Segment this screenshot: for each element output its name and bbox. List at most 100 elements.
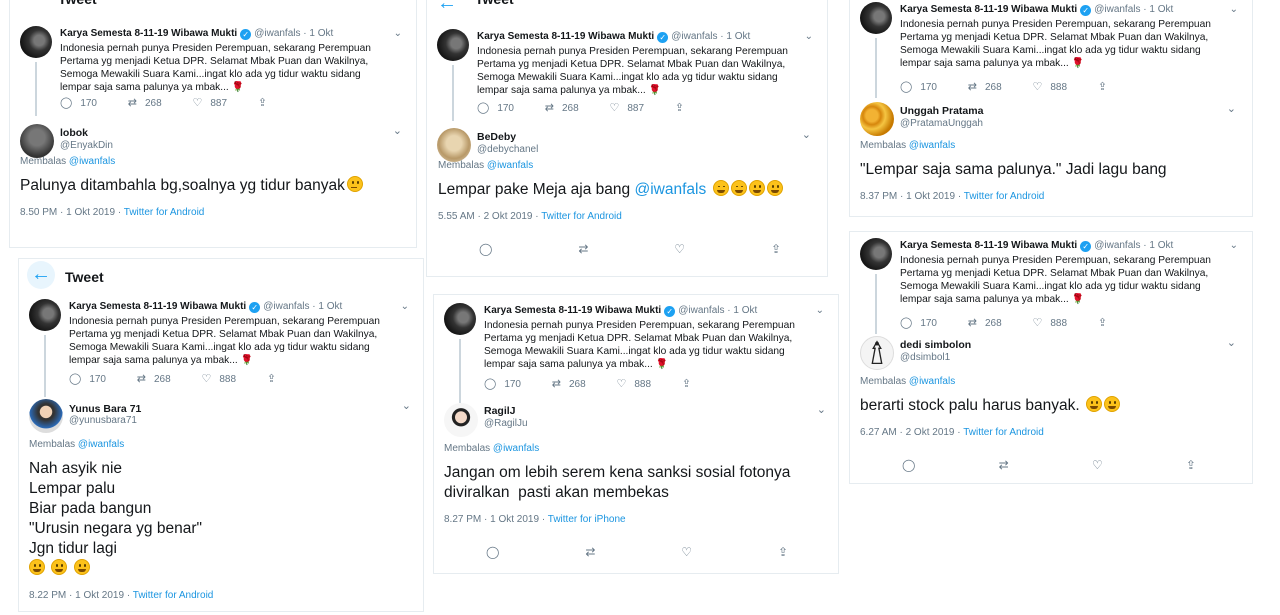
share-button[interactable]: ⇪ — [675, 101, 692, 114]
parent-tweet[interactable]: Karya Semesta 8-11-19 Wibawa Mukti ✓ @iwan… — [860, 238, 1242, 334]
avatar[interactable] — [29, 299, 61, 331]
replying-handle[interactable]: @iwanfals — [909, 376, 955, 387]
author-name[interactable]: dedi simbolon — [900, 339, 971, 351]
retweet-icon[interactable]: ⇄ — [578, 242, 588, 256]
tweet-date[interactable]: 1 Okt — [318, 301, 342, 312]
retweet-icon[interactable]: ⇄ — [999, 458, 1009, 472]
avatar[interactable] — [20, 124, 54, 158]
author-handle[interactable]: @debychanel — [477, 144, 538, 155]
tweet-date[interactable]: 1 Okt — [309, 28, 333, 39]
share-icon[interactable]: ⇪ — [1186, 458, 1196, 472]
parent-tweet[interactable]: Karya Semesta 8-11-19 Wibawa Mukti ✓ @iwan… — [860, 2, 1242, 98]
source-link[interactable]: Twitter for Android — [964, 191, 1045, 202]
parent-tweet[interactable]: Karya Semesta 8-11-19 Wibawa Mukti ✓ @iwan… — [437, 29, 817, 121]
author-name[interactable]: lobok — [60, 127, 88, 139]
tweet-date[interactable]: 1 Okt — [1149, 240, 1173, 251]
chevron-down-icon[interactable]: ⌄ — [816, 305, 824, 316]
reply-tweet[interactable]: Unggah Pratama @PratamaUnggah ⌄ Membalas… — [860, 102, 1242, 212]
reply-icon[interactable]: ◯ — [486, 545, 499, 559]
source-link[interactable]: Twitter for Android — [963, 427, 1044, 438]
share-button[interactable]: ⇪ — [682, 377, 699, 390]
reply-tweet[interactable]: dedi simbolon @dsimbol1 ⌄ Membalas @iwan… — [860, 336, 1242, 483]
replying-handle[interactable]: @iwanfals — [493, 443, 539, 454]
replying-handle[interactable]: @iwanfals — [909, 140, 955, 151]
author-name[interactable]: Unggah Pratama — [900, 105, 983, 117]
parent-tweet[interactable]: Karya Semesta 8-11-19 Wibawa Mukti ✓ @iwan… — [444, 303, 828, 403]
retweet-button[interactable]: ⇄ 268 — [968, 316, 1002, 329]
share-button[interactable]: ⇪ — [1098, 316, 1115, 329]
replying-handle[interactable]: @iwanfals — [69, 156, 115, 167]
chevron-down-icon[interactable]: ⌄ — [401, 301, 409, 312]
like-button[interactable]: ♡ 887 — [609, 101, 644, 114]
tweet-date[interactable]: 1 Okt — [733, 305, 757, 316]
replying-handle[interactable]: @iwanfals — [78, 439, 124, 450]
retweet-button[interactable]: ⇄ 268 — [128, 96, 162, 109]
reply-button[interactable]: ◯ 170 — [69, 372, 106, 385]
like-icon[interactable]: ♡ — [1092, 458, 1103, 472]
chevron-down-icon[interactable]: ⌄ — [1227, 102, 1236, 115]
like-button[interactable]: ♡ 888 — [1032, 316, 1067, 329]
author-handle[interactable]: @iwanfals — [254, 28, 300, 39]
reply-icon[interactable]: ◯ — [479, 242, 492, 256]
chevron-down-icon[interactable]: ⌄ — [1230, 4, 1238, 15]
back-arrow-icon[interactable]: ← — [27, 261, 55, 289]
author-handle[interactable]: @iwanfals — [263, 301, 309, 312]
parent-tweet[interactable]: Karya Semesta 8-11-19 Wibawa Mukti ✓ @iwan… — [29, 299, 413, 397]
author-name[interactable]: RagilJ — [484, 405, 516, 417]
source-link[interactable]: Twitter for iPhone — [548, 514, 626, 525]
retweet-button[interactable]: ⇄ 268 — [545, 101, 579, 114]
share-icon[interactable]: ⇪ — [771, 242, 781, 256]
retweet-button[interactable]: ⇄ 268 — [968, 80, 1002, 93]
like-button[interactable]: ♡ 888 — [1032, 80, 1067, 93]
avatar[interactable] — [437, 128, 471, 162]
reply-button[interactable]: ◯ 170 — [900, 80, 937, 93]
mention-link[interactable]: @iwanfals — [634, 181, 706, 198]
chevron-down-icon[interactable]: ⌄ — [1227, 336, 1236, 349]
share-button[interactable]: ⇪ — [267, 372, 284, 385]
retweet-icon[interactable]: ⇄ — [585, 545, 595, 559]
like-button[interactable]: ♡ 888 — [616, 377, 651, 390]
tweet-date[interactable]: 1 Okt — [726, 31, 750, 42]
avatar[interactable] — [437, 29, 469, 61]
like-button[interactable]: ♡ 887 — [192, 96, 227, 109]
reply-tweet[interactable]: lobok @EnyakDin ⌄ Membalas @iwanfals Pal… — [20, 124, 406, 234]
avatar[interactable] — [20, 26, 52, 58]
share-icon[interactable]: ⇪ — [778, 545, 788, 559]
chevron-down-icon[interactable]: ⌄ — [817, 403, 826, 416]
author-handle[interactable]: @iwanfals — [1094, 240, 1140, 251]
author-handle[interactable]: @iwanfals — [1094, 4, 1140, 15]
author-name[interactable]: Karya Semesta 8-11-19 Wibawa Mukti — [900, 4, 1077, 15]
author-handle[interactable]: @EnyakDin — [60, 140, 113, 151]
chevron-down-icon[interactable]: ⌄ — [805, 31, 813, 42]
reply-icon[interactable]: ◯ — [902, 458, 915, 472]
avatar[interactable] — [860, 102, 894, 136]
share-button[interactable]: ⇪ — [258, 96, 275, 109]
chevron-down-icon[interactable]: ⌄ — [1230, 240, 1238, 251]
reply-tweet[interactable]: Yunus Bara 71 @yunusbara71 ⌄ Membalas @i… — [29, 399, 413, 609]
like-icon[interactable]: ♡ — [681, 545, 692, 559]
avatar[interactable] — [860, 336, 894, 370]
tweet-date[interactable]: 1 Okt — [1149, 4, 1173, 15]
reply-button[interactable]: ◯ 170 — [60, 96, 97, 109]
retweet-button[interactable]: ⇄ 268 — [137, 372, 171, 385]
avatar[interactable] — [860, 238, 892, 270]
reply-button[interactable]: ◯ 170 — [484, 377, 521, 390]
reply-tweet[interactable]: BeDeby @debychanel ⌄ Membalas @iwanfals … — [437, 128, 817, 276]
back-arrow-icon[interactable]: ← — [433, 0, 461, 18]
like-button[interactable]: ♡ 888 — [201, 372, 236, 385]
chevron-down-icon[interactable]: ⌄ — [393, 124, 402, 137]
share-button[interactable]: ⇪ — [1098, 80, 1115, 93]
avatar[interactable] — [444, 303, 476, 335]
chevron-down-icon[interactable]: ⌄ — [802, 128, 811, 141]
reply-button[interactable]: ◯ 170 — [900, 316, 937, 329]
author-name[interactable]: Karya Semesta 8-11-19 Wibawa Mukti — [69, 301, 246, 312]
avatar[interactable] — [444, 403, 478, 437]
like-icon[interactable]: ♡ — [674, 242, 685, 256]
replying-handle[interactable]: @iwanfals — [487, 160, 533, 171]
author-name[interactable]: Yunus Bara 71 — [69, 403, 141, 415]
author-name[interactable]: Karya Semesta 8-11-19 Wibawa Mukti — [900, 240, 1077, 251]
author-handle[interactable]: @iwanfals — [678, 305, 724, 316]
reply-button[interactable]: ◯ 170 — [477, 101, 514, 114]
author-name[interactable]: BeDeby — [477, 131, 516, 143]
source-link[interactable]: Twitter for Android — [541, 211, 622, 222]
